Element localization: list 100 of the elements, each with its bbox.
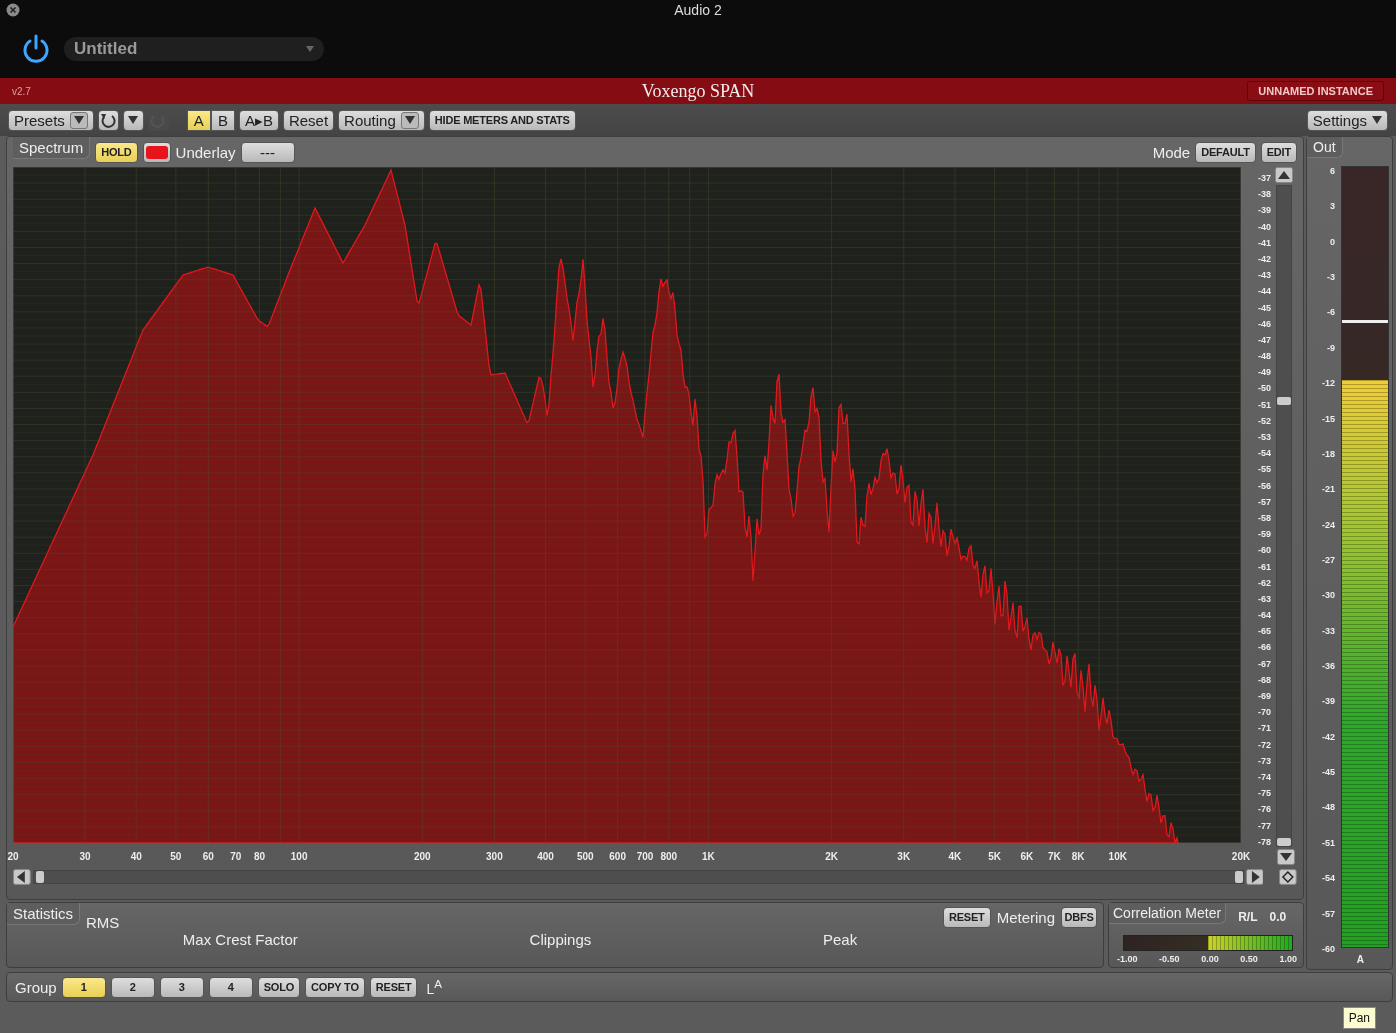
axis-label: 100 xyxy=(290,851,308,862)
group-button[interactable]: 2 xyxy=(110,976,155,998)
group-action-button[interactable]: RESET xyxy=(369,976,418,998)
copy-ab-button[interactable]: A▸B xyxy=(238,109,279,131)
preset-slot-button[interactable]: A xyxy=(186,109,211,131)
axis-label: 60 xyxy=(202,851,214,862)
preset-dropdown[interactable]: Untitled xyxy=(64,37,324,61)
scale-label: -64 xyxy=(1258,610,1271,621)
scale-label: -42 xyxy=(1258,253,1271,264)
mode-button[interactable]: DEFAULT xyxy=(1195,141,1256,163)
scroll-thumb[interactable] xyxy=(1277,397,1291,406)
scroll-track[interactable] xyxy=(1276,185,1292,847)
scale-label: -56 xyxy=(1258,480,1271,491)
zoom-fit-button[interactable] xyxy=(1279,869,1297,885)
scale-label: 6 xyxy=(1330,166,1335,176)
scale-label: -67 xyxy=(1258,658,1271,669)
version-label: v2.7 xyxy=(12,85,31,97)
group-button[interactable]: 3 xyxy=(159,976,204,998)
scroll-thumb[interactable] xyxy=(1234,871,1243,883)
scale-label: -73 xyxy=(1258,755,1271,766)
panel-tab[interactable]: Spectrum xyxy=(13,137,91,159)
axis-label: 70 xyxy=(230,851,242,862)
scale-label: -70 xyxy=(1258,707,1271,718)
group-button[interactable]: 1 xyxy=(61,976,106,998)
scale-label: -53 xyxy=(1258,432,1271,442)
scale-label: -48 xyxy=(1322,802,1335,813)
panel-tab[interactable]: Statistics xyxy=(7,903,80,925)
scale-label: -58 xyxy=(1258,512,1271,523)
group-action-button[interactable]: SOLO xyxy=(257,976,301,998)
scale-label: -44 xyxy=(1258,286,1271,297)
metering-button[interactable]: DBFS xyxy=(1061,906,1097,928)
stat-label: Clippings xyxy=(529,931,592,948)
hold-button[interactable]: HOLD xyxy=(95,141,138,163)
scale-label: -76 xyxy=(1258,804,1271,815)
dropdown-icon[interactable] xyxy=(404,116,415,124)
caret-icon[interactable] xyxy=(128,116,139,124)
axis-label: 6K xyxy=(1020,851,1034,862)
scale-label: -50 xyxy=(1258,383,1271,394)
scroll-right-button[interactable] xyxy=(1245,869,1264,885)
mode-button[interactable]: EDIT xyxy=(1260,141,1297,163)
scale-label: -18 xyxy=(1322,448,1335,459)
underlay-button[interactable]: --- xyxy=(240,141,295,163)
history-button[interactable] xyxy=(122,109,144,131)
scale-label: -47 xyxy=(1258,334,1271,345)
scale-label: 3 xyxy=(1330,201,1335,212)
scale-label: -61 xyxy=(1258,561,1271,572)
scale-label: -51 xyxy=(1322,837,1335,848)
instance-button[interactable]: UNNAMED INSTANCE xyxy=(1247,81,1384,101)
scroll-left-button[interactable] xyxy=(13,869,31,885)
axis-label: 700 xyxy=(636,851,654,862)
scale-label: -9 xyxy=(1327,342,1335,353)
scale-label: -3 xyxy=(1327,272,1335,283)
preset-slot-button[interactable]: B xyxy=(210,109,235,131)
axis-label: 400 xyxy=(537,851,554,862)
scale-label: -51 xyxy=(1258,399,1271,410)
axis-label: 500 xyxy=(576,851,594,862)
scale-label: -77 xyxy=(1258,820,1271,831)
routing-button[interactable]: Routing xyxy=(338,109,425,131)
plugin-title: Voxengo SPAN xyxy=(641,80,755,102)
scale-label: -6 xyxy=(1327,307,1335,318)
scale-label: -45 xyxy=(1258,302,1271,313)
settings-button[interactable]: Settings xyxy=(1306,109,1388,131)
group-label: Group xyxy=(15,978,57,996)
axis-label: 10K xyxy=(1108,851,1127,862)
undo-button[interactable] xyxy=(97,109,119,131)
scale-label: -24 xyxy=(1322,519,1335,530)
channel-label: R/L xyxy=(1238,910,1258,924)
presets-button[interactable]: Presets xyxy=(8,109,94,131)
scale-label: -27 xyxy=(1322,554,1335,565)
axis-label: 2K xyxy=(825,851,839,862)
panel-tab[interactable]: Correlation Meter xyxy=(1109,903,1227,924)
scale-label: -0.50 xyxy=(1159,954,1180,964)
scale-label: -57 xyxy=(1322,908,1335,919)
scale-label: -48 xyxy=(1258,351,1271,362)
axis-label: 4K xyxy=(948,851,962,862)
hide-meters-button[interactable]: HIDE METERS AND STATS xyxy=(428,109,576,131)
scroll-up-button[interactable] xyxy=(1275,167,1293,183)
group-button[interactable]: 4 xyxy=(208,976,253,998)
scale-label: -46 xyxy=(1258,318,1271,329)
close-icon[interactable] xyxy=(6,3,20,17)
group-action-button[interactable]: COPY TO xyxy=(305,976,365,998)
scroll-thumb[interactable] xyxy=(1277,838,1291,846)
scroll-down-button[interactable] xyxy=(1277,849,1295,865)
scroll-thumb[interactable] xyxy=(35,871,44,883)
scale-label: -40 xyxy=(1258,221,1271,232)
axis-label: 20K xyxy=(1231,851,1251,862)
dropdown-icon[interactable] xyxy=(73,116,84,124)
stat-label: Peak xyxy=(822,931,858,948)
reset-button[interactable]: Reset xyxy=(282,109,335,131)
axis-label: 30 xyxy=(79,851,91,862)
axis-label: 3K xyxy=(897,851,911,862)
scale-label: -69 xyxy=(1258,691,1271,701)
dropdown-icon[interactable] xyxy=(1372,116,1382,124)
scale-label: -78 xyxy=(1258,836,1271,847)
scale-label: -39 xyxy=(1322,696,1335,707)
reset-button[interactable]: RESET xyxy=(942,906,991,928)
panel-tab[interactable]: Out xyxy=(1307,137,1343,158)
scale-label: -15 xyxy=(1322,413,1335,424)
scale-label: -41 xyxy=(1258,237,1271,248)
mode-label: Mode xyxy=(1152,143,1191,161)
